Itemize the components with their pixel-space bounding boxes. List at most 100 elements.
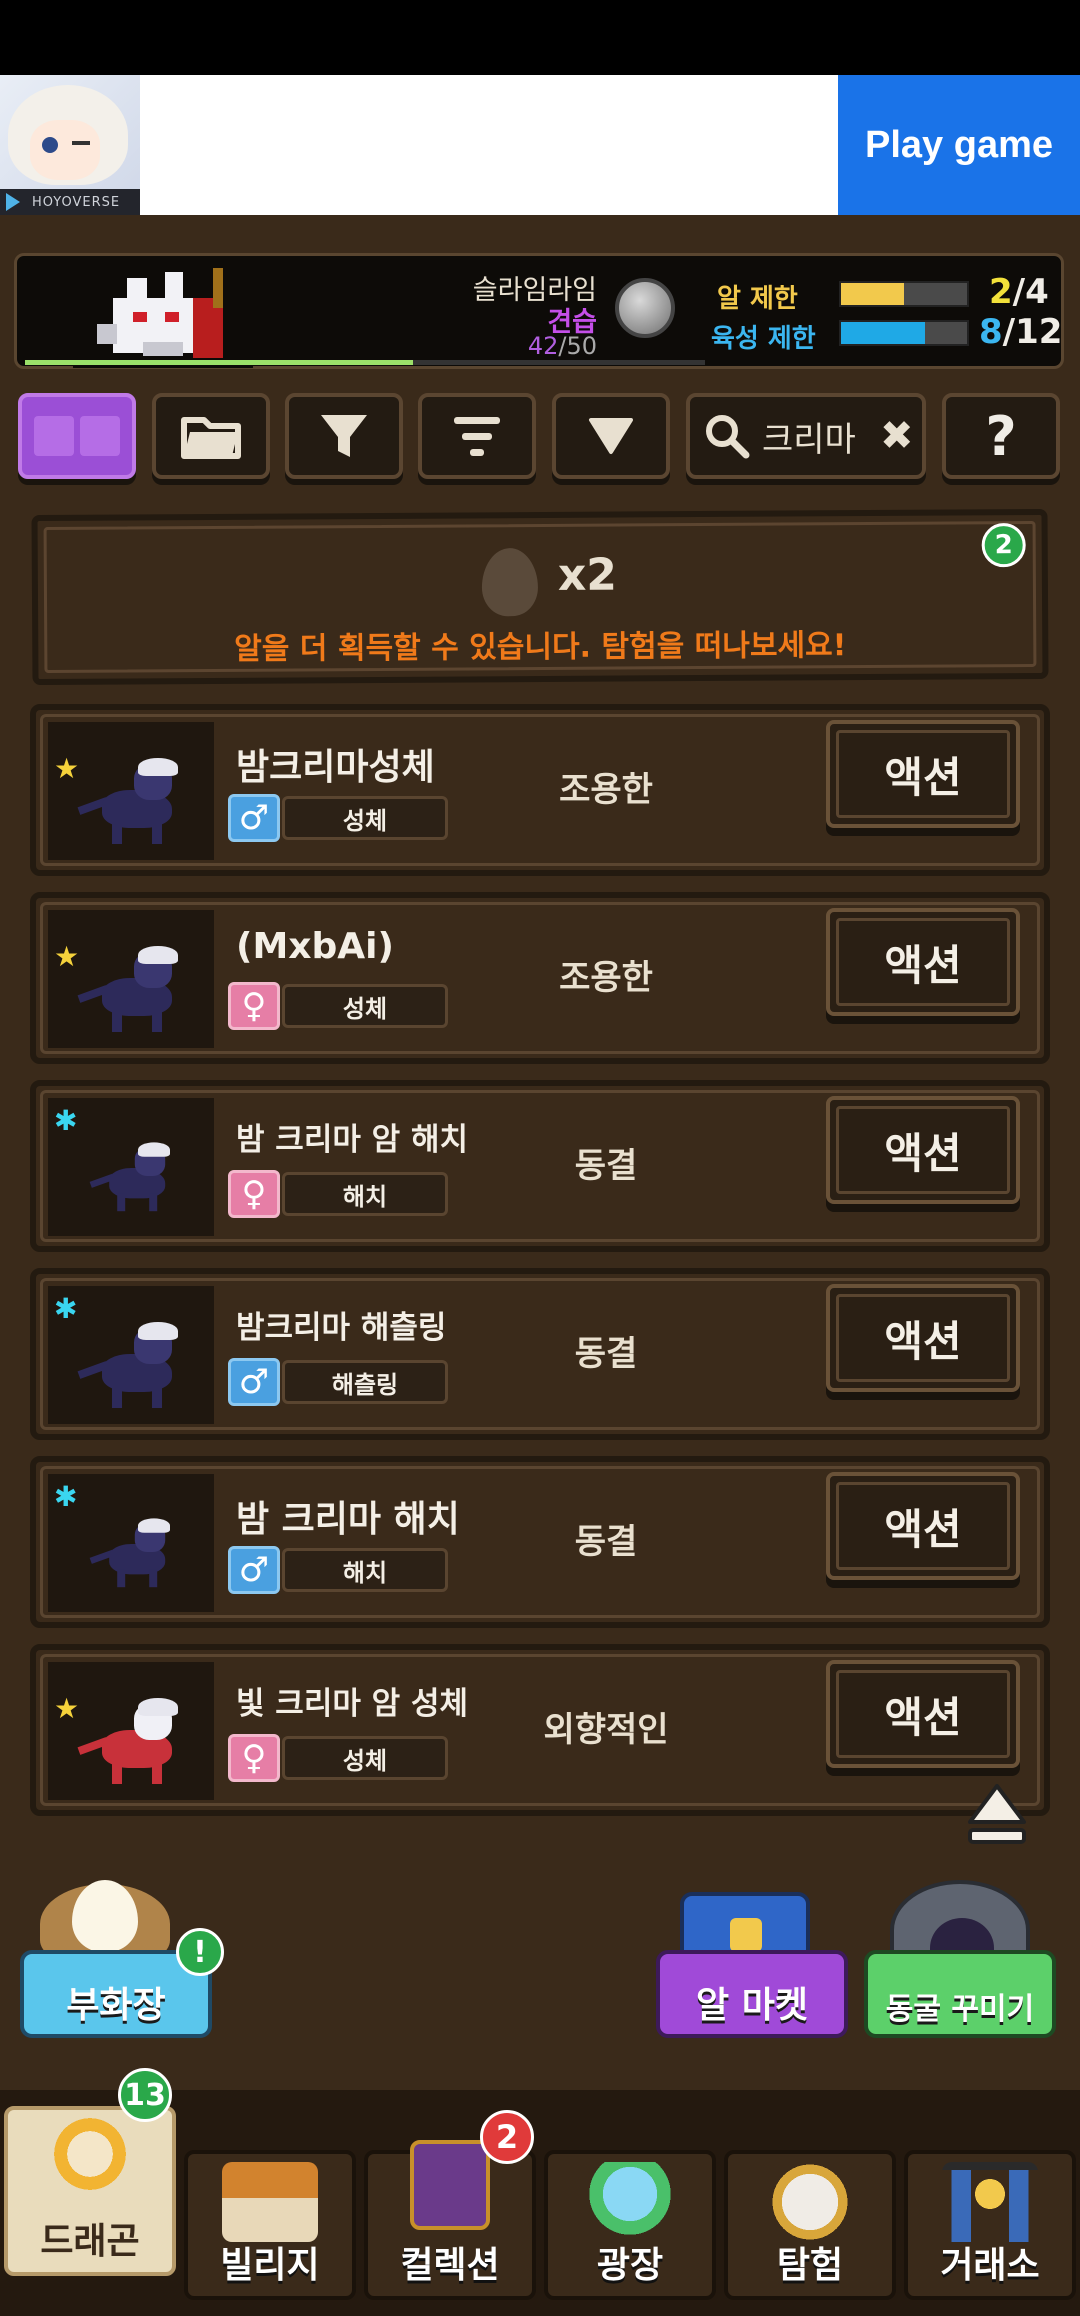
star-icon: ★ [54, 752, 80, 785]
egg-limit-fill [841, 283, 904, 305]
sort-button[interactable] [418, 393, 536, 479]
temperament: 조용한 [559, 958, 653, 998]
ad-image[interactable]: HOYOVERSE [0, 75, 140, 215]
dragon-row[interactable]: ★ 빛 크리마 암 성체 ♀ 성체 외향적인 액션 [30, 1644, 1050, 1816]
breed-limit-max: /12 [1002, 312, 1063, 352]
search-input[interactable]: 크리마 ✖ [686, 393, 926, 479]
egg-message: 알을 더 획득할 수 있습니다. 탐험을 떠나보세요! [234, 628, 847, 667]
temperament: 외향적인 [543, 1710, 669, 1750]
temperament: 조용한 [559, 770, 653, 810]
nav-village[interactable]: 빌리지 [184, 2150, 356, 2300]
book-icon [410, 2140, 490, 2230]
scroll-top-button[interactable] [966, 1782, 1028, 1848]
star-icon: ★ [54, 1692, 80, 1725]
level-max: 50 [566, 332, 597, 360]
xp-fill [25, 360, 413, 365]
nav-dragon-label: 드래곤 [40, 2221, 140, 2262]
action-button[interactable]: 액션 [826, 720, 1020, 828]
dragon-portrait[interactable]: ✱ [48, 1474, 214, 1612]
egg-count: x2 [557, 549, 618, 601]
dragon-name: 밤크리마 해츨링 [236, 1310, 447, 1346]
ad-banner[interactable]: HOYOVERSE Play game [0, 75, 1080, 215]
dragon-row[interactable]: ✱ 밤 크리마 암 해치 ♀ 해치 동결 액션 [30, 1080, 1050, 1252]
action-button[interactable]: 액션 [826, 1472, 1020, 1580]
dragon-portrait[interactable]: ★ [48, 722, 214, 860]
female-icon: ♀ [228, 1734, 280, 1782]
action-button[interactable]: 액션 [826, 1096, 1020, 1204]
egg-badge: 2 [981, 523, 1026, 568]
filter-button[interactable] [285, 393, 403, 479]
dragon-row[interactable]: ★ (MxbAi) ♀ 성체 조용한 액션 [30, 892, 1050, 1064]
breed-limit-label: 육성 제한 [711, 324, 816, 354]
dragon-portrait[interactable]: ★ [48, 1662, 214, 1800]
nav-exchange[interactable]: 거래소 [904, 2150, 1076, 2300]
search-value: 크리마 [762, 419, 856, 460]
nav-plaza-label: 광장 [596, 2245, 664, 2286]
play-game-button[interactable]: Play game [838, 75, 1080, 215]
folder-button[interactable] [152, 393, 270, 479]
sort-icon [454, 417, 500, 456]
egg-limit-current: 2 [989, 272, 1013, 312]
temperament: 동결 [574, 1522, 638, 1562]
breed-limit-bar [839, 320, 969, 346]
dragon-portrait[interactable]: ✱ [48, 1286, 214, 1424]
star-icon: ★ [54, 940, 80, 973]
coin-icon[interactable] [615, 278, 675, 338]
stage-label: 해츨링 [282, 1360, 448, 1404]
help-button[interactable]: ? [942, 393, 1060, 479]
folder-icon [181, 417, 241, 459]
stage-label: 성체 [282, 984, 448, 1028]
compass-icon [762, 2162, 858, 2242]
nav-village-label: 빌리지 [220, 2245, 320, 2286]
egg-banner: x2 알을 더 획득할 수 있습니다. 탐험을 떠나보세요! 2 [31, 508, 1049, 686]
action-button[interactable]: 액션 [826, 908, 1020, 1016]
nav-explore-label: 탐험 [776, 2245, 844, 2286]
ad-brand: HOYOVERSE [32, 195, 121, 210]
temperament: 동결 [574, 1146, 638, 1186]
cave-decorate-button[interactable]: 동굴 꾸미기 [864, 1950, 1056, 2038]
scale-icon [942, 2162, 1038, 2242]
nav-collection[interactable]: 컬렉션 [364, 2140, 536, 2300]
egg-market-button[interactable]: 알 마켓 [656, 1950, 848, 2038]
dragon-row[interactable]: ✱ 밤크리마 해츨링 ♂ 해츨링 동결 액션 [30, 1268, 1050, 1440]
female-icon: ♀ [228, 982, 280, 1030]
stage-label: 해치 [282, 1172, 448, 1216]
fountain-icon [582, 2162, 678, 2242]
temperament: 동결 [574, 1334, 638, 1374]
egg-limit-bar [839, 281, 969, 307]
nav-dragon[interactable]: 드래곤 [4, 2106, 176, 2276]
dragon-name: 밤 크리마 암 해치 [236, 1122, 469, 1158]
action-button[interactable]: 액션 [826, 1660, 1020, 1768]
house-icon [222, 2162, 318, 2242]
grid-icon [34, 416, 74, 456]
close-icon[interactable]: ✖ [880, 413, 914, 459]
dragon-row[interactable]: ★ 밤크리마성체 ♂ 성체 조용한 액션 [30, 704, 1050, 876]
dropdown-button[interactable] [552, 393, 670, 479]
male-icon: ♂ [228, 1358, 280, 1406]
hero-dragon-sprite[interactable] [73, 258, 253, 368]
stage-label: 성체 [282, 796, 448, 840]
dragon-portrait[interactable]: ★ [48, 910, 214, 1048]
female-icon: ♀ [228, 1170, 280, 1218]
player-level: 42/50 [297, 332, 597, 360]
dragon-name: 밤크리마성체 [236, 747, 435, 788]
nav-explore[interactable]: 탐험 [724, 2150, 896, 2300]
nav-plaza[interactable]: 광장 [544, 2150, 716, 2300]
snowflake-icon: ✱ [54, 1292, 78, 1325]
nav-collection-label: 컬렉션 [400, 2245, 500, 2286]
dragon-portrait[interactable]: ✱ [48, 1098, 214, 1236]
male-icon: ♂ [228, 1546, 280, 1594]
action-button[interactable]: 액션 [826, 1284, 1020, 1392]
dragon-name: (MxbAi) [236, 926, 394, 967]
dragon-name: 밤 크리마 해치 [236, 1499, 460, 1540]
view-toggle-button[interactable] [18, 393, 136, 479]
dragon-row[interactable]: ✱ 밤 크리마 해치 ♂ 해치 동결 액션 [30, 1456, 1050, 1628]
level-current: 42 [527, 332, 559, 360]
grid-icon [80, 416, 120, 456]
male-icon: ♂ [228, 794, 280, 842]
dragon-head-icon [42, 2118, 138, 2198]
xp-bar [25, 360, 705, 365]
filter-icon [321, 415, 367, 457]
player-header: 슬라임라임 견습 42/50 알 제한 2/4 육성 제한 8/12 [14, 253, 1064, 369]
nav-dragon-badge: 13 [118, 2068, 172, 2122]
